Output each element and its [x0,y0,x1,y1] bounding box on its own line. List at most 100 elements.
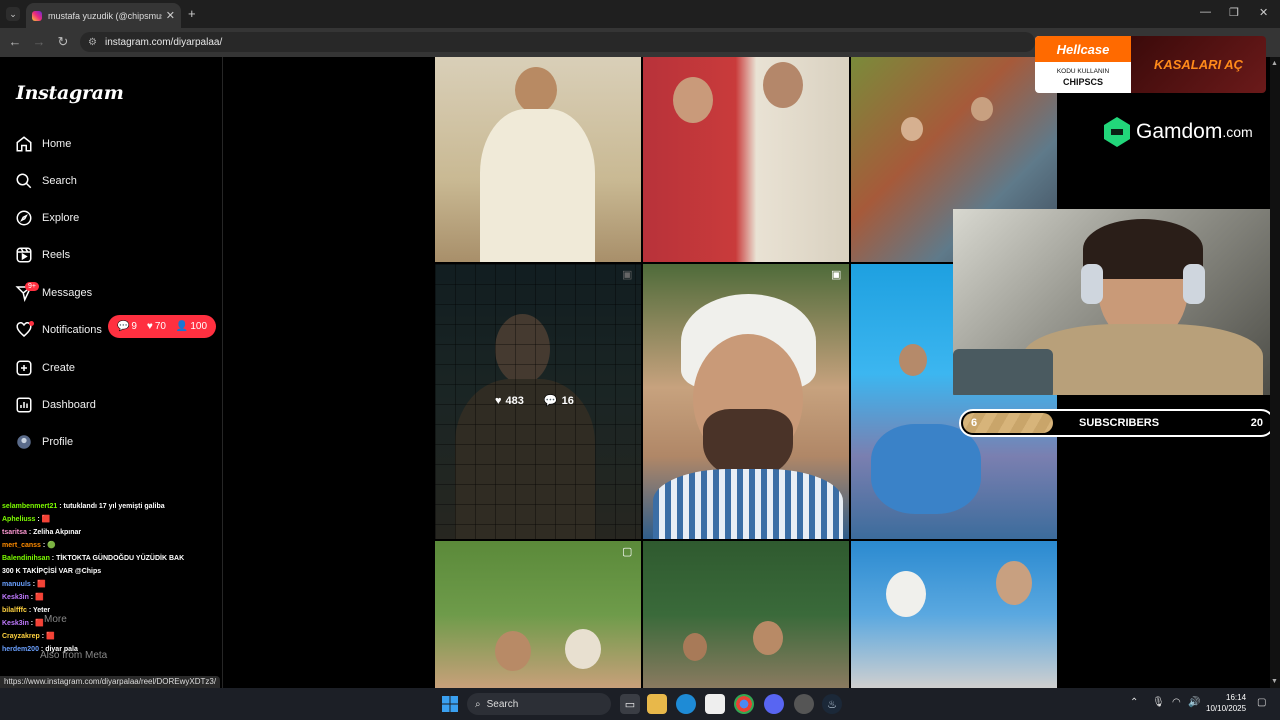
store-icon[interactable] [705,694,725,714]
post-likes-value: 483 [505,394,524,407]
nav-dashboard-label: Dashboard [42,399,96,411]
chat-username: Kesk3in [2,620,29,627]
nav-create-label: Create [42,362,76,374]
minimize-icon[interactable]: — [1200,6,1211,18]
chat-text: 300 K TAKİPÇİSİ VAR @Chips [2,568,102,575]
edge-icon[interactable] [676,694,696,714]
nav-search[interactable]: Search [14,169,77,193]
person-figure [996,561,1032,605]
dashboard-icon [14,395,34,415]
notification-center-icon[interactable]: ▢ [1257,697,1266,708]
nav-explore[interactable]: Explore [14,206,79,230]
grid-post-2[interactable] [643,57,849,262]
chat-text: : 🟥 [30,581,46,588]
microphone-icon[interactable]: 🎙 [1152,697,1165,708]
chat-username: Balendinihsan [2,555,50,562]
nav-home-label: Home [42,138,72,150]
windows-taskbar [0,688,1280,720]
hellcase-logo: Hellcase [1035,36,1131,62]
gamdom-logo: Gamdom .com [1104,117,1253,147]
chat-username: manuuls [2,581,31,588]
tray-overflow-icon[interactable]: ⌃ [1130,697,1138,708]
heart-fill-icon: ♥ [495,394,502,407]
subscriber-goal: 20 [1250,417,1263,429]
person-figure [901,117,923,141]
subscriber-goal-bar: 6 SUBSCRIBERS 20 [959,409,1275,437]
comment-count-value: 9 [131,321,137,332]
subscriber-current: 6 [971,417,978,429]
tab-list-dropdown-icon[interactable]: ⌄ [6,7,20,21]
scroll-up-icon[interactable]: ▲ [1271,60,1278,67]
desk-items [953,349,1053,395]
taskbar-search[interactable]: ⌕ Search [467,693,611,715]
tab-title: mustafa yuzudik (@chipsmustafa [48,10,162,21]
scroll-down-icon[interactable]: ▼ [1271,678,1278,685]
nav-dashboard[interactable]: Dashboard [14,393,96,417]
chat-username: Crayzakrep [2,633,40,640]
chat-message: Kesk3in : 🟥 [2,617,217,630]
site-info-icon[interactable]: ⚙ [88,37,97,48]
wifi-icon[interactable]: ◠ [1172,697,1181,708]
page-scrollbar[interactable] [1270,57,1280,688]
grid-post-9[interactable] [851,541,1057,688]
search-icon: ⌕ [475,698,481,710]
nav-reels[interactable]: Reels [14,243,70,267]
chrome-icon[interactable] [734,694,754,714]
address-bar[interactable]: ⚙ instagram.com/diyarpalaa/ [80,32,1035,52]
person-figure [495,631,531,671]
steam-icon[interactable]: ♨ [822,694,842,714]
task-view-icon[interactable]: ▭ [620,694,640,714]
nav-notifications[interactable]: Notifications [14,318,102,342]
close-tab-icon[interactable]: ✕ [166,9,175,22]
new-tab-icon[interactable]: + [188,6,196,21]
notifications-summary-pill[interactable]: 💬 9 ♥ 70 👤 100 [108,315,216,338]
discord-icon[interactable] [764,694,784,714]
headphones-icon [1081,264,1103,304]
follow-count: 👤 100 [176,321,207,332]
chat-text: : Zeliha Akpınar [26,529,82,536]
nav-create[interactable]: Create [14,356,75,380]
headphones-icon [1183,264,1205,304]
chat-text: : Yeter [26,607,51,614]
chat-message: Kesk3in : 🟥 [2,591,217,604]
person-figure [763,62,803,108]
person-figure [886,571,926,617]
close-window-icon[interactable]: ✕ [1259,6,1268,19]
striped-shirt [653,469,843,539]
comment-icon: 💬 [116,321,130,332]
instagram-logo[interactable]: Instagram [16,82,124,104]
person-figure [515,67,557,113]
gamdom-brand: Gamdom [1136,120,1223,143]
reel-indicator-icon: ▢ [622,546,633,558]
obs-icon[interactable] [794,694,814,714]
chat-text: : 🟥 [39,633,55,640]
back-icon[interactable]: ← [7,34,23,49]
chat-text: : 🟥 [28,594,44,601]
person-figure [673,77,713,123]
volume-icon[interactable]: 🔊 [1188,697,1200,708]
grid-post-8[interactable] [643,541,849,688]
person-figure [565,629,601,669]
chat-message: selambenmert21 : tutuklandı 17 yıl yemiş… [2,500,217,513]
comment-count: 💬 9 [117,321,137,332]
nav-home[interactable]: Home [14,132,71,156]
like-count-value: 70 [154,321,166,332]
comment-fill-icon: 💬 [543,395,558,407]
browser-tab[interactable]: mustafa yuzudik (@chipsmustafa ✕ [26,3,181,28]
chat-username: herdem200 [2,646,39,653]
grid-post-5[interactable] [643,264,849,539]
grid-post-7[interactable] [435,541,641,688]
file-explorer-icon[interactable] [647,694,667,714]
grid-post-1[interactable] [435,57,641,262]
nav-profile[interactable]: Profile [14,430,73,454]
hellcase-cta: KASALARI AÇ [1131,36,1266,93]
restore-icon[interactable]: ❐ [1229,6,1239,19]
windows-start-icon[interactable] [440,694,460,714]
forward-icon[interactable]: → [31,34,47,49]
post-likes: ♥ 483 [495,394,524,407]
chat-text: : tutuklandı 17 yıl yemişti galiba [57,503,165,510]
chat-message: mert_canss : 🟢 [2,539,217,552]
taskbar-clock[interactable]: 16:14 10/10/2025 [1206,692,1246,714]
reload-icon[interactable]: ↻ [55,34,71,50]
follow-count-value: 100 [190,321,208,332]
